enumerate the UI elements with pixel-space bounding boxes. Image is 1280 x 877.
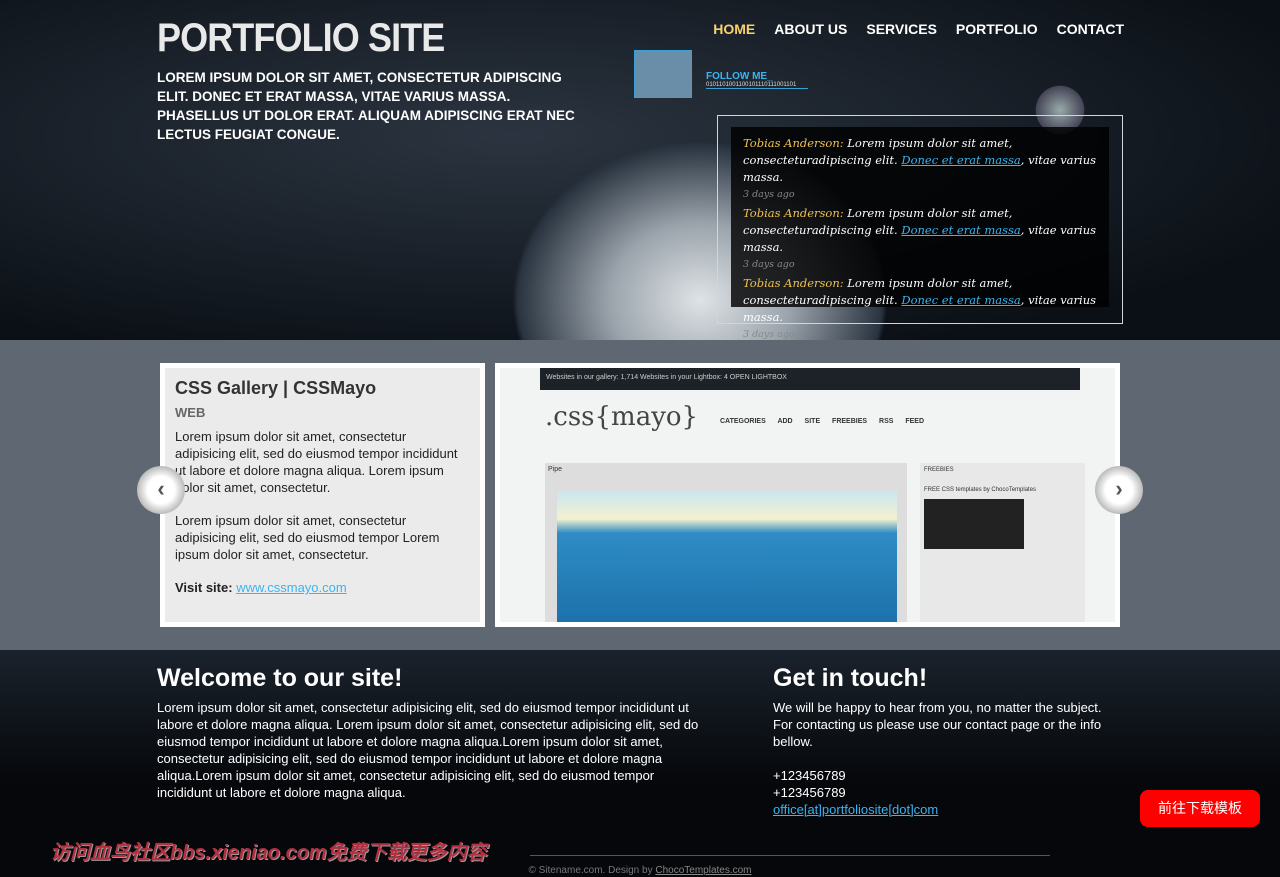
tweet-author: Tobias Anderson: bbox=[743, 276, 844, 290]
visit-site-link[interactable]: www.cssmayo.com bbox=[236, 580, 347, 595]
welcome-section: Welcome to our site! Lorem ipsum dolor s… bbox=[157, 664, 707, 801]
tweet-time: 3 days ago bbox=[743, 189, 795, 200]
project-title: CSS Gallery | CSSMayo bbox=[175, 378, 377, 398]
screenshot-pipe-panel: Pipe bbox=[545, 463, 907, 622]
screenshot-freebies-panel: FREEBIES FREE CSS templates by ChocoTempl… bbox=[920, 463, 1085, 622]
contact-text: We will be happy to hear from you, no ma… bbox=[773, 700, 1102, 749]
screenshot-menu: CATEGORIES ADD SITE FREEBIES RSS FEED bbox=[720, 418, 925, 425]
phone-1: +123456789 bbox=[773, 768, 846, 783]
screenshot-bar: Websites in our gallery: 1,714 Websites … bbox=[540, 368, 1080, 390]
project-info: CSS Gallery | CSSMayo WEB Lorem ipsum do… bbox=[160, 363, 485, 627]
project-description: Lorem ipsum dolor sit amet, consectetur … bbox=[175, 429, 458, 495]
site-logo[interactable]: PORTFOLIO SITE bbox=[157, 16, 445, 61]
welcome-title: Welcome to our site! bbox=[157, 664, 403, 692]
project-description-2: Lorem ipsum dolor sit amet, consectetur … bbox=[175, 513, 440, 562]
prev-arrow-icon[interactable]: ‹ bbox=[137, 466, 185, 514]
project-category: WEB bbox=[175, 405, 206, 420]
visit-label: Visit site: bbox=[175, 580, 233, 595]
download-template-button[interactable]: 前往下载模板 bbox=[1140, 790, 1260, 827]
nav-home[interactable]: HOME bbox=[713, 21, 755, 37]
header: PORTFOLIO SITE Lorem ipsum dolor sit ame… bbox=[0, 0, 1280, 340]
nav-portfolio[interactable]: PORTFOLIO bbox=[956, 21, 1038, 37]
phone-2: +123456789 bbox=[773, 785, 846, 800]
footer-divider bbox=[530, 855, 1050, 856]
freebies-text: FREE CSS templates by ChocoTemplates bbox=[924, 487, 1037, 493]
tweet-author: Tobias Anderson: bbox=[743, 136, 844, 150]
nav-services[interactable]: SERVICES bbox=[866, 21, 937, 37]
tweet: Tobias Anderson: Lorem ipsum dolor sit a… bbox=[743, 135, 1097, 203]
contact-title: Get in touch! bbox=[773, 664, 928, 692]
follow-me-link[interactable]: FOLLOW ME_ bbox=[706, 71, 773, 82]
nav-about[interactable]: ABOUT US bbox=[774, 21, 847, 37]
project-screenshot[interactable]: Websites in our gallery: 1,714 Websites … bbox=[495, 363, 1120, 627]
freebies-label: FREEBIES bbox=[924, 467, 954, 473]
chocotemplates-link[interactable]: ChocoTemplates.com bbox=[655, 865, 751, 876]
twitter-bird-icon[interactable] bbox=[634, 50, 692, 98]
pipe-label: Pipe bbox=[548, 466, 563, 473]
footer-copyright: © Sitename.com. Design by ChocoTemplates… bbox=[0, 865, 1280, 876]
welcome-text: Lorem ipsum dolor sit amet, consectetur … bbox=[157, 700, 699, 800]
next-arrow-icon[interactable]: › bbox=[1095, 466, 1143, 514]
tweet: Tobias Anderson: Lorem ipsum dolor sit a… bbox=[743, 205, 1097, 273]
tweet-link[interactable]: Donec et erat massa bbox=[901, 223, 1020, 237]
main-nav: HOME ABOUT US SERVICES PORTFOLIO CONTACT bbox=[713, 21, 1124, 37]
tweet-link[interactable]: Donec et erat massa bbox=[901, 153, 1020, 167]
tweets-list: Tobias Anderson: Lorem ipsum dolor sit a… bbox=[731, 127, 1109, 340]
binary-text: 0101101001100101110111001101 bbox=[706, 82, 808, 89]
pipe-image bbox=[557, 491, 897, 622]
copyright-text: © Sitename.com. Design by bbox=[528, 865, 656, 876]
screenshot-logo: .css{mayo} bbox=[545, 402, 699, 432]
tweet: Tobias Anderson: Lorem ipsum dolor sit a… bbox=[743, 275, 1097, 343]
watermark: 访问血鸟社区bbs.xieniao.com免费下载更多内容 bbox=[50, 842, 487, 864]
tweet-author: Tobias Anderson: bbox=[743, 206, 844, 220]
tweet-time: 3 days ago bbox=[743, 259, 795, 270]
contact-section: Get in touch! We will be happy to hear f… bbox=[773, 664, 1113, 819]
nav-contact[interactable]: CONTACT bbox=[1057, 21, 1124, 37]
email-link[interactable]: office[at]portfoliosite[dot]com bbox=[773, 802, 938, 817]
intro-text: Lorem ipsum dolor sit amet, consectetur … bbox=[157, 70, 575, 142]
tweet-link[interactable]: Donec et erat massa bbox=[901, 293, 1020, 307]
